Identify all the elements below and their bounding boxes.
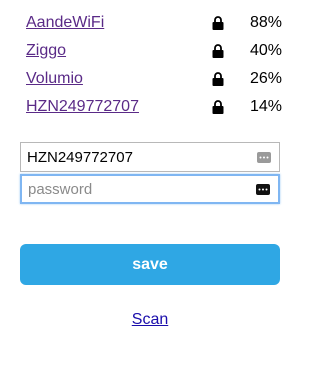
network-row: AandeWiFi 88% <box>26 12 282 40</box>
lock-icon <box>212 16 224 30</box>
save-button[interactable]: save <box>20 244 280 285</box>
network-link-aandewifi[interactable]: AandeWiFi <box>26 12 104 34</box>
lock-icon <box>212 72 224 86</box>
scan-link-container: Scan <box>0 311 300 329</box>
ssid-input[interactable] <box>27 143 247 171</box>
signal-strength: 14% <box>249 98 282 115</box>
signal-strength: 88% <box>249 14 282 31</box>
network-link-ziggo[interactable]: Ziggo <box>26 40 66 62</box>
scan-link[interactable]: Scan <box>132 311 168 328</box>
ssid-field <box>20 142 280 172</box>
network-link-volumio[interactable]: Volumio <box>26 68 83 90</box>
keychain-icon[interactable] <box>257 152 271 163</box>
network-row: Volumio 26% <box>26 68 282 96</box>
keychain-icon[interactable] <box>256 184 270 195</box>
network-list: AandeWiFi 88% Ziggo 40% Volumio 26% HZN2… <box>26 12 282 124</box>
network-link-hzn249772707[interactable]: HZN249772707 <box>26 96 139 118</box>
network-row: HZN249772707 14% <box>26 96 282 124</box>
lock-icon <box>212 44 224 58</box>
signal-strength: 40% <box>249 42 282 59</box>
password-field <box>20 174 280 204</box>
lock-icon <box>212 100 224 114</box>
network-row: Ziggo 40% <box>26 40 282 68</box>
signal-strength: 26% <box>249 70 282 87</box>
password-input[interactable] <box>28 176 248 202</box>
